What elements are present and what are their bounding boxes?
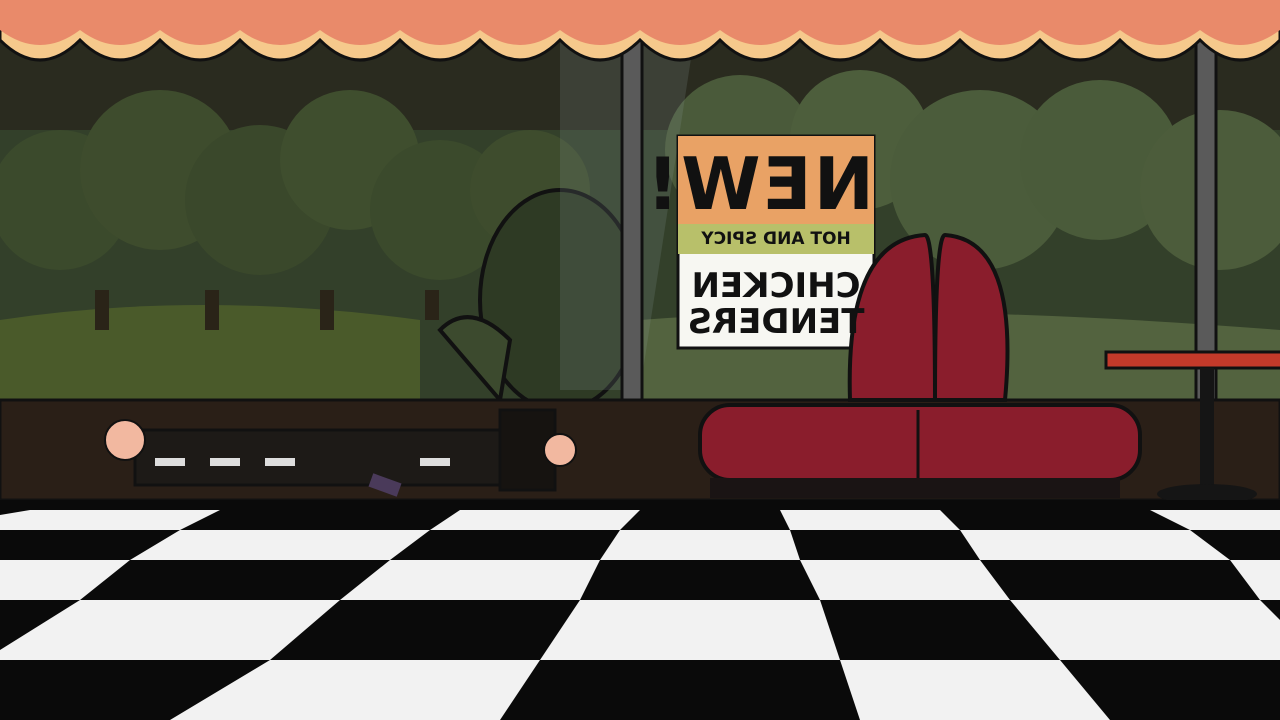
game-scene (0, 0, 1280, 720)
window-post (1194, 0, 1218, 407)
checkered-floor (0, 500, 1280, 720)
poster-board (676, 134, 876, 350)
window-post (620, 0, 644, 407)
